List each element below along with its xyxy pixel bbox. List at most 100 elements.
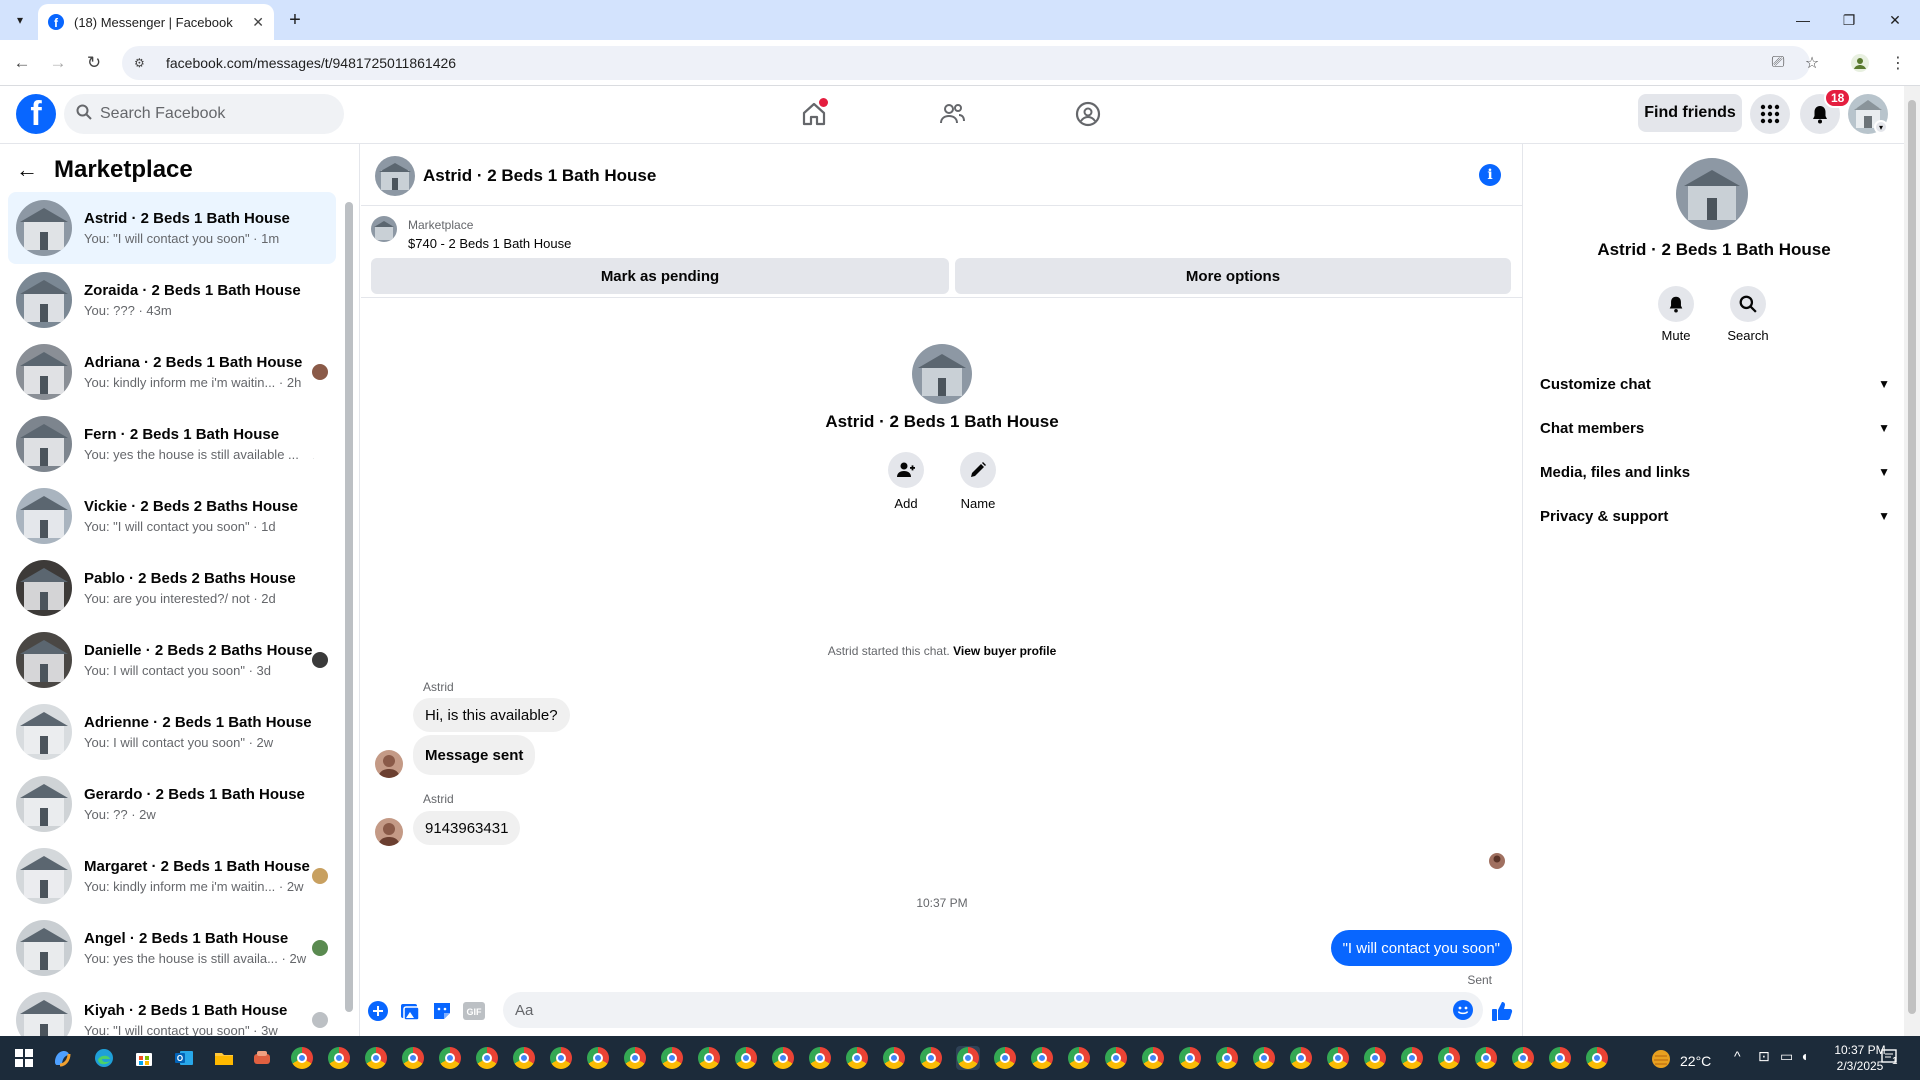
windows-start-icon[interactable] [12, 1046, 36, 1070]
incoming-message[interactable]: Message sent [413, 735, 536, 775]
chrome-taskbar-icon[interactable] [771, 1046, 795, 1070]
sender-avatar[interactable] [375, 818, 403, 846]
home-nav-icon[interactable] [794, 96, 834, 132]
weather-widget[interactable]: 22°C [1650, 1048, 1711, 1073]
conversation-item[interactable]: Margaret · 2 Beds 1 Bath House You: kindl… [8, 840, 336, 912]
chat-members-section[interactable]: Chat members ▼ [1540, 410, 1890, 446]
gif-icon[interactable]: GIF [463, 1000, 485, 1022]
copilot-icon[interactable] [50, 1046, 74, 1070]
chrome-profile-icon[interactable] [1848, 51, 1872, 75]
intro-avatar[interactable] [912, 344, 972, 404]
chrome-taskbar-icon[interactable] [1474, 1046, 1498, 1070]
chrome-taskbar-icon[interactable] [401, 1046, 425, 1070]
chrome-taskbar-icon[interactable] [1511, 1046, 1535, 1070]
chrome-taskbar-icon[interactable] [364, 1046, 388, 1070]
facebook-search[interactable] [64, 94, 344, 134]
chrome-menu-icon[interactable]: ⋮ [1886, 51, 1910, 75]
mark-as-pending-button[interactable]: Mark as pending [371, 258, 949, 294]
network-tray-icon[interactable]: ▭ [1780, 1048, 1793, 1065]
conversation-item[interactable]: Adrienne · 2 Beds 1 Bath House You: I wil… [8, 696, 336, 768]
edge-icon[interactable] [92, 1046, 116, 1070]
chrome-taskbar-icon[interactable] [956, 1046, 980, 1070]
chrome-taskbar-icon[interactable] [882, 1046, 906, 1070]
chrome-taskbar-icon[interactable] [623, 1046, 647, 1070]
customize-chat-section[interactable]: Customize chat ▼ [1540, 366, 1890, 402]
bookmark-star-icon[interactable]: ☆ [1800, 51, 1824, 75]
close-window-icon[interactable]: ✕ [1872, 0, 1918, 40]
groups-nav-icon[interactable] [1068, 96, 1108, 132]
chrome-taskbar-icon[interactable] [1252, 1046, 1276, 1070]
conversation-item[interactable]: Pablo · 2 Beds 2 Baths House You: are you… [8, 552, 336, 624]
conversation-item[interactable]: Astrid · 2 Beds 1 Bath House You: "I will… [8, 192, 336, 264]
minimize-icon[interactable]: — [1780, 0, 1826, 40]
chrome-taskbar-icon[interactable] [919, 1046, 943, 1070]
chrome-taskbar-icon[interactable] [586, 1046, 610, 1070]
plus-icon[interactable] [367, 1000, 389, 1022]
incoming-message[interactable]: 9143963431 [413, 811, 521, 845]
name-chat-action[interactable]: Name [948, 452, 1008, 511]
emoji-icon[interactable] [1453, 1000, 1473, 1025]
search-icon[interactable] [1730, 286, 1766, 322]
chrome-taskbar-icon[interactable] [845, 1046, 869, 1070]
chrome-taskbar-icon[interactable] [327, 1046, 351, 1070]
pencil-icon[interactable] [960, 452, 996, 488]
app-icon[interactable] [250, 1046, 274, 1070]
maximize-icon[interactable]: ❐ [1826, 0, 1872, 40]
chrome-taskbar-icon[interactable] [660, 1046, 684, 1070]
chrome-taskbar-icon[interactable] [1400, 1046, 1424, 1070]
privacy-support-section[interactable]: Privacy & support ▼ [1540, 498, 1890, 534]
mute-action[interactable]: Mute [1646, 286, 1706, 343]
forward-icon[interactable]: → [46, 51, 70, 75]
chrome-taskbar-icon[interactable] [734, 1046, 758, 1070]
conversation-item[interactable]: Vickie · 2 Beds 2 Baths House You: "I wil… [8, 480, 336, 552]
volume-tray-icon[interactable]: ◖ [1800, 1048, 1808, 1064]
conversation-item[interactable]: Gerardo · 2 Beds 1 Bath House You: ?? · 2… [8, 768, 336, 840]
bell-icon[interactable] [1658, 286, 1694, 322]
thumbs-up-icon[interactable] [1489, 998, 1515, 1024]
chrome-taskbar-icon[interactable] [1067, 1046, 1091, 1070]
message-input[interactable] [515, 1001, 1435, 1019]
show-hidden-icons-chevron-up-icon[interactable]: ^ [1734, 1048, 1741, 1064]
sticker-icon[interactable] [431, 1000, 453, 1022]
back-icon[interactable]: ← [10, 51, 34, 75]
conversation-item[interactable]: Fern · 2 Beds 1 Bath House You: yes the h… [8, 408, 336, 480]
chrome-taskbar-icon[interactable] [993, 1046, 1017, 1070]
menu-grid-icon[interactable] [1750, 94, 1790, 134]
chrome-taskbar-icon[interactable] [1104, 1046, 1128, 1070]
chrome-taskbar-icon[interactable] [290, 1046, 314, 1070]
store-icon[interactable] [132, 1046, 156, 1070]
chrome-taskbar-icon[interactable] [1363, 1046, 1387, 1070]
conversation-item[interactable]: Angel · 2 Beds 1 Bath House You: yes the … [8, 912, 336, 984]
chrome-taskbar-icon[interactable] [808, 1046, 832, 1070]
chat-header-title[interactable]: Astrid · 2 Beds 1 Bath House [423, 166, 656, 186]
incoming-message[interactable]: Hi, is this available? [413, 698, 570, 732]
chrome-taskbar-icon[interactable] [1326, 1046, 1350, 1070]
chrome-taskbar-icon[interactable] [1178, 1046, 1202, 1070]
account-chevron-down-icon[interactable]: ▾ [1874, 120, 1888, 134]
listing-thumbnail[interactable] [371, 216, 397, 242]
chrome-taskbar-icon[interactable] [512, 1046, 536, 1070]
browser-tab[interactable]: f (18) Messenger | Facebook ✕ [38, 4, 274, 40]
outgoing-message[interactable]: "I will contact you soon" [1330, 930, 1512, 966]
chrome-taskbar-icon[interactable] [1215, 1046, 1239, 1070]
chrome-taskbar-icon[interactable] [1585, 1046, 1609, 1070]
conversation-info-icon[interactable]: i [1479, 164, 1501, 186]
camera-tray-icon[interactable]: ⊡ [1758, 1048, 1770, 1065]
sidebar-scrollbar[interactable] [344, 192, 354, 1032]
page-scrollbar[interactable] [1904, 86, 1920, 1036]
chrome-taskbar-icon[interactable] [1141, 1046, 1165, 1070]
new-tab-icon[interactable]: + [282, 7, 308, 33]
chat-header-avatar[interactable] [375, 156, 415, 196]
chrome-taskbar-icon[interactable] [549, 1046, 573, 1070]
chrome-taskbar-icon[interactable] [475, 1046, 499, 1070]
friends-nav-icon[interactable] [932, 96, 972, 132]
media-files-links-section[interactable]: Media, files and links ▼ [1540, 454, 1890, 490]
details-avatar[interactable] [1676, 158, 1748, 230]
sender-avatar[interactable] [375, 750, 403, 778]
reload-icon[interactable]: ↻ [82, 51, 106, 75]
chrome-taskbar-icon[interactable] [1437, 1046, 1461, 1070]
message-input-box[interactable] [503, 992, 1483, 1028]
facebook-search-input[interactable] [100, 105, 320, 123]
chrome-taskbar-icon[interactable] [1030, 1046, 1054, 1070]
conversation-item[interactable]: Danielle · 2 Beds 2 Baths House You: I wi… [8, 624, 336, 696]
